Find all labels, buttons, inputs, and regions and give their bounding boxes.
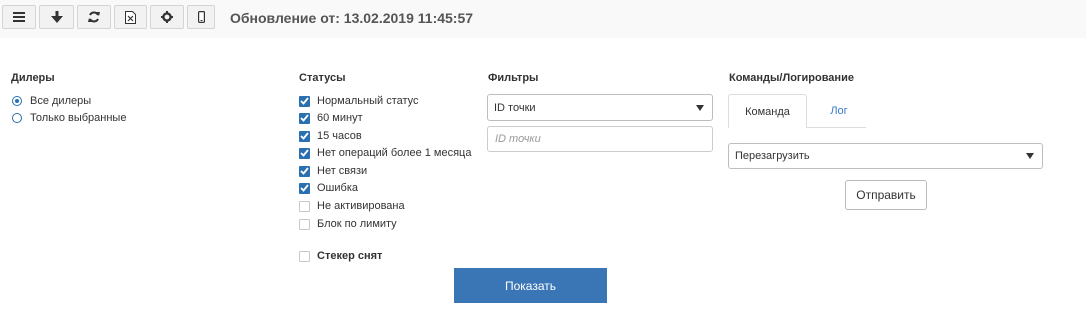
select-value: Перезагрузить	[735, 150, 810, 162]
refresh-button[interactable]	[77, 5, 111, 29]
radio-button[interactable]	[12, 113, 22, 123]
checkbox-unchecked[interactable]	[299, 200, 310, 212]
checkbox-label: Нормальный статус	[317, 95, 419, 107]
checkbox-checked[interactable]	[299, 130, 310, 142]
checkbox-label: Не активирована	[317, 200, 405, 212]
select-value: ID точки	[494, 101, 536, 114]
status-checkbox-row[interactable]: Не активирована	[299, 200, 405, 212]
sticker-label: Стекер снят	[317, 250, 383, 262]
commands-title: Команды/Логирование	[729, 72, 854, 84]
status-checkbox-row[interactable]: Нормальный статус	[299, 95, 419, 107]
radio-selected-dealers[interactable]: Только выбранные	[12, 112, 126, 124]
filter-type-select[interactable]: ID точки	[487, 94, 713, 121]
checkbox-label: Нет операций более 1 месяца	[317, 147, 472, 159]
menu-button[interactable]	[2, 5, 36, 29]
tab-command[interactable]: Команда	[728, 94, 807, 128]
show-button[interactable]: Показать	[454, 268, 607, 303]
tab-label: Команда	[745, 105, 790, 118]
mobile-icon	[197, 11, 205, 23]
status-checkbox-row[interactable]: 60 минут	[299, 112, 363, 124]
send-button[interactable]: Отправить	[845, 180, 927, 210]
radio-all-dealers[interactable]: Все дилеры	[12, 95, 91, 107]
checkbox-label: Нет связи	[317, 165, 368, 177]
settings-button[interactable]	[150, 5, 184, 29]
toolbar: Обновление от: 13.02.2019 11:45:57	[0, 0, 1086, 38]
radio-button[interactable]	[12, 96, 22, 106]
tab-label: Лог	[830, 104, 848, 117]
mobile-button[interactable]	[187, 5, 215, 29]
command-select[interactable]: Перезагрузить	[728, 143, 1043, 169]
arrow-down-icon	[50, 11, 63, 23]
checkbox-checked[interactable]	[299, 147, 310, 159]
caret-down-icon	[1026, 153, 1034, 159]
status-checkbox-row[interactable]: Ошибка	[299, 182, 358, 194]
status-checkbox-row[interactable]: Нет операций более 1 месяца	[299, 147, 471, 159]
menu-icon	[13, 12, 25, 22]
caret-down-icon	[696, 104, 704, 111]
filter-point-id-input[interactable]	[487, 126, 713, 152]
checkbox-unchecked[interactable]	[299, 218, 310, 230]
checkbox-label: Ошибка	[317, 182, 358, 194]
checkbox-checked[interactable]	[299, 112, 310, 124]
download-button[interactable]	[39, 5, 74, 29]
dealers-title: Дилеры	[11, 72, 55, 84]
statuses-title: Статусы	[299, 72, 346, 84]
update-timestamp: Обновление от: 13.02.2019 11:45:57	[230, 10, 474, 26]
sticker-checkbox-row[interactable]: Стекер снят	[299, 250, 382, 262]
checkbox-label: Блок по лимиту	[317, 218, 397, 230]
checkbox-label: 60 минут	[317, 112, 363, 124]
status-checkbox-row[interactable]: Блок по лимиту	[299, 218, 397, 230]
excel-icon	[125, 10, 136, 24]
checkbox-unchecked[interactable]	[299, 250, 310, 262]
filters-title: Фильтры	[488, 72, 539, 84]
radio-label: Все дилеры	[30, 95, 92, 107]
checkbox-checked[interactable]	[299, 182, 310, 194]
gear-icon	[161, 11, 173, 23]
tab-log[interactable]: Лог	[807, 94, 871, 127]
status-checkbox-row[interactable]: Нет связи	[299, 165, 367, 177]
checkbox-checked[interactable]	[299, 165, 310, 177]
export-excel-button[interactable]	[114, 5, 147, 29]
checkbox-checked[interactable]	[299, 95, 310, 107]
status-checkbox-row[interactable]: 15 часов	[299, 130, 362, 142]
checkbox-label: 15 часов	[317, 130, 362, 142]
radio-label: Только выбранные	[30, 112, 127, 124]
refresh-icon	[88, 11, 100, 23]
